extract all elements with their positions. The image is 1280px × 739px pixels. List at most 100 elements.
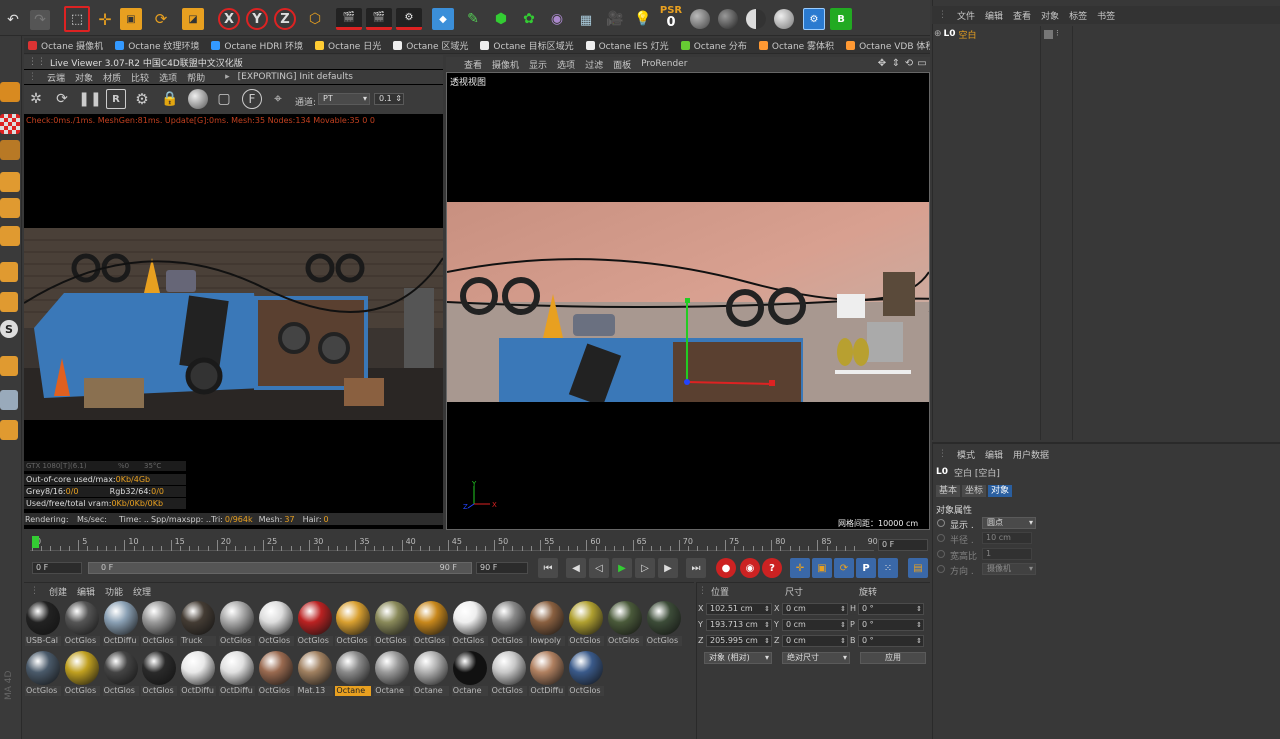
om-menu-edit[interactable]: 编辑 — [985, 9, 1003, 22]
attr-row-radius[interactable]: 半径 . 10 cm — [936, 532, 1046, 546]
material-swatch[interactable]: OctGlos — [102, 650, 139, 696]
lv-lock-icon[interactable]: 🔒 — [160, 89, 180, 109]
grip-icon[interactable]: ⋮ — [938, 10, 947, 20]
om-menu-tags[interactable]: 标签 — [1069, 9, 1087, 22]
range-slider[interactable]: 0 F 90 F — [88, 562, 472, 574]
stepper-icon[interactable]: ⇕ — [764, 620, 770, 630]
material-swatch[interactable]: OctGlos — [25, 650, 61, 696]
sphere-light-icon[interactable] — [774, 9, 794, 29]
key-move-icon[interactable]: ✛ — [790, 558, 810, 578]
x-axis-icon[interactable]: X — [218, 8, 240, 30]
vp-menu-options[interactable]: 选项 — [557, 58, 575, 71]
key-pla-icon[interactable]: ⁙ — [878, 558, 898, 578]
current-frame-field[interactable]: 0 F — [878, 539, 928, 551]
material-swatch[interactable]: USB-Cal — [25, 600, 61, 646]
octane-tab[interactable]: Octane 雾体积 — [755, 39, 838, 53]
workplane-mode-icon[interactable] — [0, 140, 20, 160]
coord-field[interactable]: 193.713 cm ⇕ — [706, 619, 772, 631]
cloner-icon[interactable]: ✿ — [518, 8, 540, 30]
subdivision-icon[interactable]: ⬢ — [490, 8, 512, 30]
material-swatch[interactable]: Mat.13 — [296, 650, 333, 696]
octane-tab[interactable]: Octane HDRI 环境 — [207, 39, 307, 53]
material-swatch[interactable]: Octane — [413, 650, 449, 696]
cube-icon[interactable]: ◆ — [432, 8, 454, 30]
key-scale-icon[interactable]: ▣ — [812, 558, 832, 578]
stepper-icon[interactable]: ⇕ — [840, 620, 846, 630]
material-swatch[interactable]: OctGlos — [335, 600, 372, 646]
material-swatch[interactable]: OctGlos — [413, 600, 449, 646]
material-swatch[interactable]: OctGlos — [296, 600, 333, 646]
lv-restart-icon[interactable]: ⟳ — [52, 89, 72, 109]
attr-field[interactable]: 10 cm — [982, 532, 1032, 544]
vp-menu-display[interactable]: 显示 — [529, 58, 547, 71]
deformer-icon[interactable]: ◉ — [546, 8, 568, 30]
y-axis-icon[interactable]: Y — [246, 8, 268, 30]
apply-button[interactable]: 应用 — [860, 652, 926, 664]
coord-field[interactable]: 0 ° ⇕ — [858, 635, 924, 647]
vp-menu-camera[interactable]: 摄像机 — [492, 58, 519, 71]
octane-tab[interactable]: Octane 日光 — [311, 39, 385, 53]
material-swatch[interactable]: OctDiffu — [219, 650, 255, 696]
channel-value-select[interactable]: 0.1 ⇕ — [374, 93, 404, 105]
visibility-icon[interactable] — [1044, 29, 1053, 39]
material-swatch[interactable]: OctGlos — [374, 600, 411, 646]
channel-select[interactable]: PT ▾ — [318, 93, 370, 105]
coord-field[interactable]: 0 cm ⇕ — [782, 619, 848, 631]
material-swatch[interactable]: Octane — [451, 650, 488, 696]
mat-menu-create[interactable]: 创建 — [49, 585, 67, 598]
render-settings-icon[interactable]: ⚙ — [396, 8, 422, 30]
coordinate-system-icon[interactable]: ⬡ — [304, 8, 326, 30]
camera-icon[interactable]: 🎥 — [604, 8, 626, 30]
next-frame-icon[interactable]: ▷ — [635, 558, 655, 578]
goto-end-icon[interactable]: ⏭ — [686, 558, 706, 578]
record-icon[interactable]: ● — [716, 558, 736, 578]
material-swatch[interactable]: Octane — [335, 650, 372, 696]
material-swatch[interactable]: OctDiffu — [529, 650, 566, 696]
psr-badge[interactable]: PSR 0 — [658, 5, 684, 33]
solo-icon[interactable] — [0, 420, 18, 440]
attr-field[interactable]: 1 — [982, 548, 1032, 560]
radio-icon[interactable] — [937, 534, 945, 542]
vp-move-icon[interactable]: ✥ — [876, 57, 888, 69]
coord-field[interactable]: 205.995 cm ⇕ — [706, 635, 772, 647]
magnet-icon[interactable] — [0, 356, 18, 376]
tab-coord[interactable]: 坐标 — [962, 484, 987, 497]
keyframe-help-icon[interactable]: ? — [762, 558, 782, 578]
lv-send-scene-icon[interactable]: ✲ — [26, 89, 46, 109]
attr-select[interactable]: 圆点 ▾ — [982, 517, 1036, 529]
snap-icon[interactable]: S — [0, 320, 18, 338]
coord-field[interactable]: 0 cm ⇕ — [782, 603, 848, 615]
material-swatch[interactable]: OctGlos — [451, 600, 488, 646]
z-axis-icon[interactable]: Z — [274, 8, 296, 30]
octane-tab[interactable]: Octane IES 灯光 — [582, 39, 673, 53]
texture-mode-icon[interactable] — [0, 114, 20, 134]
settings-icon[interactable]: ⚙ — [803, 8, 825, 30]
tab-object[interactable]: 对象 — [988, 484, 1013, 497]
om-menu-objects[interactable]: 对象 — [1041, 9, 1059, 22]
material-swatch[interactable]: OctGlos — [490, 650, 527, 696]
radio-icon[interactable] — [937, 550, 945, 558]
grip-icon[interactable]: ⋮⋮ — [28, 57, 46, 67]
key-param-icon[interactable]: P — [856, 558, 876, 578]
om-menu-view[interactable]: 查看 — [1013, 9, 1031, 22]
material-swatch[interactable]: OctGlos — [568, 650, 605, 696]
lv-menu-cloud[interactable]: 云端 — [47, 71, 65, 84]
lv-settings-icon[interactable]: ⚙ — [132, 89, 152, 109]
next-key-icon[interactable]: ▶ — [658, 558, 678, 578]
material-swatch[interactable]: OctDiffu — [102, 600, 139, 646]
stepper-icon[interactable]: ⇕ — [764, 636, 770, 646]
octane-tab[interactable]: Octane 分布 — [677, 39, 751, 53]
material-swatch[interactable]: OctGlos — [568, 600, 605, 646]
move-icon[interactable]: ✛ — [94, 8, 116, 30]
playhead[interactable] — [32, 536, 39, 548]
coord-field[interactable]: 0 cm ⇕ — [782, 635, 848, 647]
axis-mode-icon[interactable] — [0, 262, 18, 282]
material-swatch[interactable]: OctGlos — [63, 600, 100, 646]
lock-workplane-icon[interactable] — [0, 390, 18, 410]
pen-icon[interactable]: ✎ — [462, 8, 484, 30]
vp-menu-filter[interactable]: 过滤 — [585, 58, 603, 71]
vp-menu-view[interactable]: 查看 — [464, 58, 482, 71]
object-row[interactable]: ⊕ L0 空白 ⁝ — [934, 28, 1074, 40]
om-menu-file[interactable]: 文件 — [957, 9, 975, 22]
am-menu-mode[interactable]: 模式 — [957, 448, 975, 461]
